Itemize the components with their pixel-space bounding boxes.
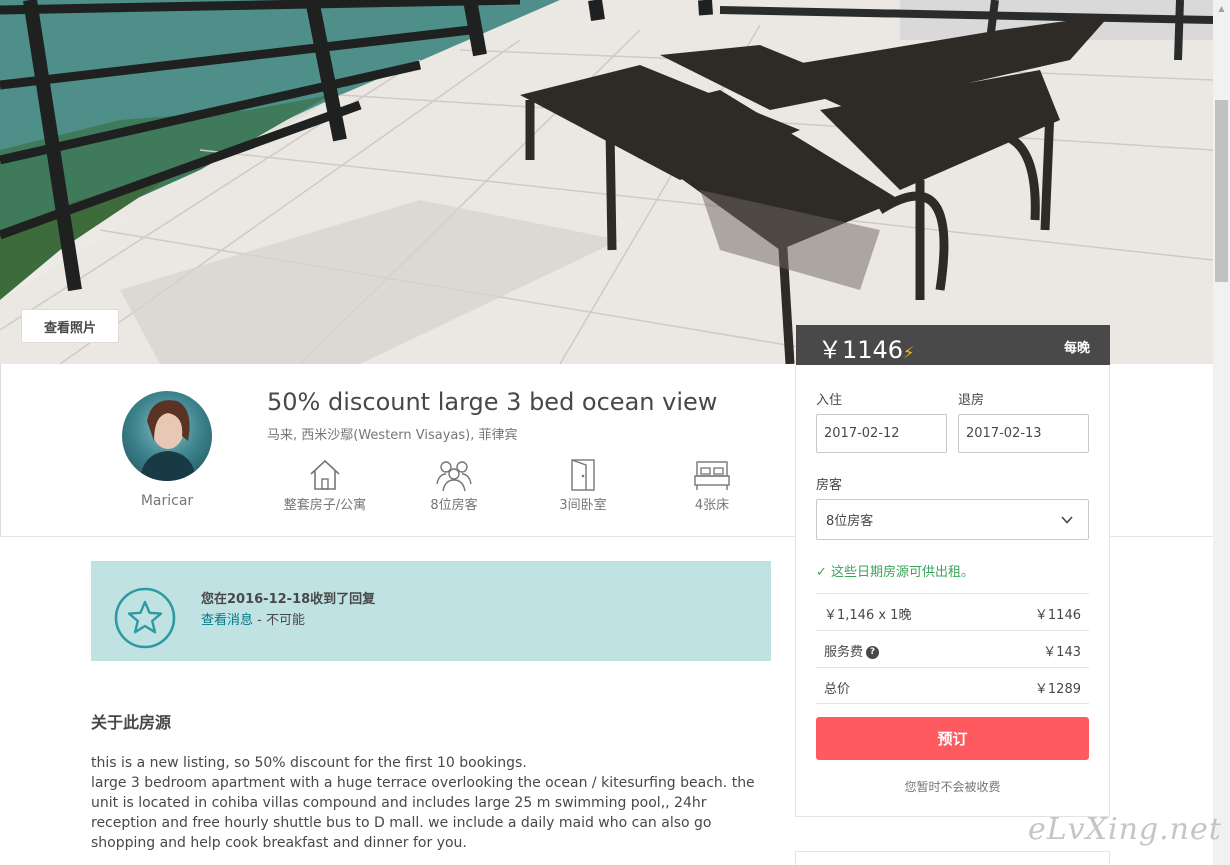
fee-value: ￥143 bbox=[1043, 645, 1081, 660]
nightly-price: ￥1146⚡ bbox=[818, 330, 914, 365]
notice-status: - 不可能 bbox=[253, 613, 305, 628]
fee-label: 总价 bbox=[824, 682, 851, 697]
amenity-label: 3间卧室 bbox=[559, 498, 607, 513]
amenity-label: 4张床 bbox=[694, 498, 730, 513]
guests-select[interactable]: 8位房客 bbox=[816, 499, 1089, 540]
price-bar: ￥1146⚡ 每晚 bbox=[796, 325, 1110, 365]
checkout-label: 退房 bbox=[958, 393, 985, 408]
checkout-input[interactable]: 2017-02-13 bbox=[958, 414, 1089, 453]
scroll-up-arrow-icon[interactable]: ▲ bbox=[1213, 0, 1230, 17]
page-scrollbar[interactable]: ▲ bbox=[1213, 0, 1230, 865]
fee-row-service: 服务费? ￥143 bbox=[816, 630, 1089, 667]
notice-subtitle: 查看消息 - 不可能 bbox=[201, 609, 305, 628]
amenity-label: 整套房子/公寓 bbox=[283, 498, 367, 513]
question-icon[interactable]: ? bbox=[866, 646, 880, 659]
guests-select-value: 8位房客 bbox=[826, 514, 874, 529]
watermark: eLvXing.net bbox=[1028, 812, 1222, 847]
amenity-bedrooms: 3间卧室 bbox=[523, 458, 643, 513]
checkin-label: 入住 bbox=[816, 393, 843, 408]
notice-title: 您在2016-12-18收到了回复 bbox=[201, 592, 376, 607]
view-photos-button[interactable]: 查看照片 bbox=[21, 309, 119, 343]
door-icon bbox=[571, 459, 595, 491]
host-avatar[interactable] bbox=[122, 391, 212, 481]
amenity-label: 8位房客 bbox=[430, 498, 478, 513]
availability-message: ✓ 这些日期房源可供出租。 bbox=[816, 565, 975, 580]
bed-icon bbox=[694, 461, 730, 490]
host-name[interactable]: Maricar bbox=[122, 493, 212, 509]
fee-value: ￥1146 bbox=[1034, 608, 1081, 623]
hero-photo[interactable]: 查看照片 bbox=[0, 0, 1213, 364]
fee-row-nights: ￥1,146 x 1晚 ￥1146 bbox=[816, 593, 1089, 630]
service-fee-label: 服务费 bbox=[824, 645, 864, 660]
house-icon bbox=[310, 459, 340, 490]
description-line: large 3 bedroom apartment with a huge te… bbox=[91, 775, 755, 851]
checkin-input[interactable]: 2017-02-12 bbox=[816, 414, 947, 453]
reply-notice: 您在2016-12-18收到了回复 查看消息 - 不可能 bbox=[91, 561, 771, 661]
fee-value: ￥1289 bbox=[1034, 682, 1081, 697]
amenity-guests: 8位房客 bbox=[394, 458, 514, 513]
no-charge-note: 您暂时不会被收费 bbox=[904, 780, 1001, 794]
booking-panel: 入住 退房 2017-02-12 2017-02-13 房客 8位房客 ✓ 这些… bbox=[795, 365, 1110, 817]
fee-label: ￥1,146 x 1晚 bbox=[824, 608, 912, 623]
chevron-down-icon bbox=[1061, 516, 1073, 524]
terrace-photo bbox=[0, 0, 1213, 364]
secondary-panel bbox=[795, 851, 1110, 865]
book-button[interactable]: 预订 bbox=[816, 717, 1089, 760]
per-night-label: 每晚 bbox=[1063, 341, 1090, 356]
amenity-beds: 4张床 bbox=[652, 458, 772, 513]
listing-description: this is a new listing, so 50% discount f… bbox=[91, 753, 771, 853]
star-icon bbox=[114, 587, 176, 649]
amenity-property-type: 整套房子/公寓 bbox=[265, 458, 385, 513]
listing-location: 马来, 西米沙鄢(Western Visayas), 菲律宾 bbox=[267, 428, 518, 443]
divider bbox=[0, 364, 1, 537]
price-value: ￥1146 bbox=[818, 336, 904, 364]
avatar-photo bbox=[140, 400, 196, 481]
fee-label: 服务费? bbox=[824, 641, 880, 660]
about-heading: 关于此房源 bbox=[91, 713, 172, 732]
listing-title: 50% discount large 3 bed ocean view bbox=[267, 388, 718, 416]
view-message-link[interactable]: 查看消息 bbox=[201, 613, 253, 628]
fee-row-total: 总价 ￥1289 bbox=[816, 667, 1089, 704]
scroll-thumb[interactable] bbox=[1215, 100, 1228, 282]
bolt-icon: ⚡ bbox=[903, 343, 915, 362]
guests-label: 房客 bbox=[816, 478, 843, 493]
guests-icon bbox=[436, 461, 472, 492]
description-line: this is a new listing, so 50% discount f… bbox=[91, 755, 527, 771]
